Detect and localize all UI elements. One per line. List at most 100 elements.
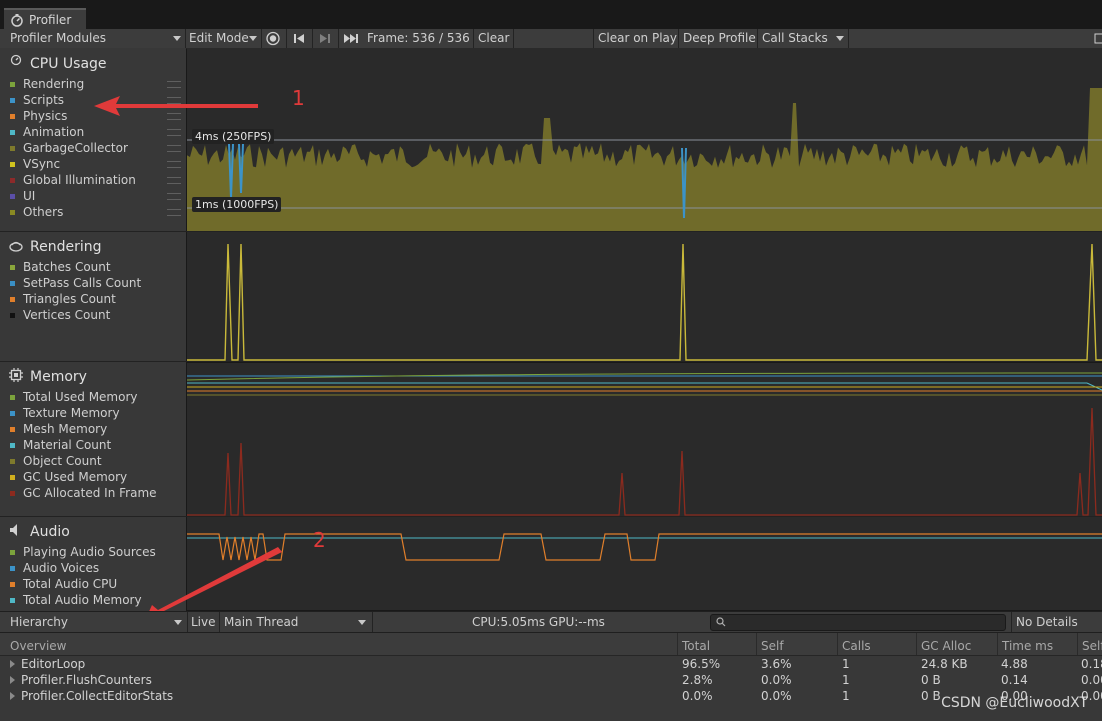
legend-label: Total Audio CPU (23, 577, 118, 591)
legend-item[interactable]: Batches Count (10, 259, 111, 275)
legend-swatch (10, 566, 15, 571)
step-next-icon (320, 34, 330, 43)
rendering-chart (187, 243, 1102, 361)
legend-item[interactable]: SetPass Calls Count (10, 275, 141, 291)
legend-item[interactable]: Total Audio Memory (10, 592, 142, 608)
cpu-module-header[interactable]: CPU Usage (8, 54, 107, 74)
row-name: Profiler.FlushCounters (10, 672, 152, 688)
call-stacks-label: Call Stacks (762, 31, 828, 45)
table-row[interactable]: Profiler.CollectEditorStats 0.0% 0.0% 1 0 B0… (0, 688, 1102, 704)
legend-swatch (10, 162, 15, 167)
legend-item[interactable]: Triangles Count (10, 291, 116, 307)
clear-button[interactable]: Clear (478, 29, 509, 48)
cpu-usage-graph[interactable]: 4ms (250FPS) 1ms (1000FPS) (187, 48, 1102, 231)
legend-swatch (10, 427, 15, 432)
legend-item[interactable]: Scripts (10, 92, 64, 108)
legend-item[interactable]: Mesh Memory (10, 421, 107, 437)
row-value: 4.88 (1001, 657, 1028, 671)
legend-item[interactable]: Texture Memory (10, 405, 120, 421)
legend-item[interactable]: VSync (10, 156, 60, 172)
audio-module-header[interactable]: Audio (8, 522, 70, 542)
legend-swatch (10, 146, 15, 151)
view-type-dropdown[interactable]: Hierarchy (0, 612, 186, 632)
drag-handle-icon[interactable] (167, 129, 181, 136)
chip-icon (9, 368, 23, 382)
drag-handle-icon[interactable] (167, 161, 181, 168)
legend-item[interactable]: Total Audio CPU (10, 576, 117, 592)
tab-profiler[interactable]: Profiler (4, 8, 86, 29)
drag-handle-icon[interactable] (167, 81, 181, 88)
rendering-graph[interactable] (187, 232, 1102, 362)
table-row[interactable]: Profiler.FlushCounters 2.8% 0.0% 1 0 B 0.14 0.… (0, 672, 1102, 688)
column-header[interactable]: Time ms (997, 633, 1077, 655)
chevron-down-icon (174, 620, 182, 625)
drag-handle-icon[interactable] (167, 193, 181, 200)
drag-handle-icon[interactable] (167, 177, 181, 184)
column-header[interactable]: Calls (837, 633, 916, 655)
details-dropdown[interactable]: No Details (1016, 612, 1078, 632)
profiler-modules-dropdown[interactable]: Profiler Modules (0, 29, 185, 48)
drag-handle-icon[interactable] (167, 209, 181, 216)
last-frame-button[interactable] (340, 29, 362, 48)
legend-label: Total Audio Memory (23, 593, 142, 607)
rendering-module-title: Rendering (30, 239, 102, 255)
legend-item[interactable]: UI (10, 188, 35, 204)
expand-arrow-icon[interactable] (10, 660, 15, 668)
legend-item[interactable]: Material Count (10, 437, 111, 453)
legend-item[interactable]: Physics (10, 108, 67, 124)
legend-item[interactable]: Rendering (10, 76, 84, 92)
rendering-module-header[interactable]: Rendering (8, 237, 102, 257)
legend-item[interactable]: GC Used Memory (10, 469, 127, 485)
memory-graph[interactable] (187, 363, 1102, 516)
call-stacks-dropdown[interactable]: Call Stacks (762, 29, 848, 48)
first-frame-button[interactable] (288, 29, 310, 48)
search-input[interactable] (710, 614, 1006, 631)
legend-item[interactable]: Total Used Memory (10, 389, 138, 405)
live-toggle[interactable]: Live (191, 612, 216, 632)
legend-item[interactable]: GarbageCollector (10, 140, 128, 156)
legend-item[interactable]: Playing Audio Sources (10, 544, 156, 560)
edit-mode-dropdown[interactable]: Edit Mode (187, 29, 260, 48)
legend-label: Vertices Count (23, 308, 111, 322)
view-type-label: Hierarchy (10, 615, 69, 629)
legend-swatch (10, 491, 15, 496)
memory-module-header[interactable]: Memory (8, 367, 87, 387)
legend-label: Total Used Memory (23, 390, 138, 404)
column-header[interactable]: GC Alloc (916, 633, 997, 655)
clear-on-play-button[interactable]: Clear on Play (598, 29, 677, 48)
record-button[interactable] (262, 29, 284, 48)
legend-swatch (10, 598, 15, 603)
row-value: 0.0% (761, 673, 792, 687)
legend-item[interactable]: Global Illumination (10, 172, 136, 188)
options-menu-button[interactable] (1094, 29, 1102, 48)
legend-swatch (10, 194, 15, 199)
row-value: 0 B (921, 673, 941, 687)
deep-profile-button[interactable]: Deep Profile (683, 29, 756, 48)
legend-swatch (10, 210, 15, 215)
legend-label: Rendering (23, 77, 85, 91)
expand-arrow-icon[interactable] (10, 676, 15, 684)
table-row[interactable]: EditorLoop 96.5% 3.6% 1 24.8 KB 4.88 0.18 (0, 656, 1102, 672)
column-header[interactable]: Total (677, 633, 756, 655)
expand-arrow-icon[interactable] (10, 692, 15, 700)
cpu-usage-chart (187, 88, 1102, 231)
column-header[interactable]: Self (756, 633, 837, 655)
column-header[interactable]: Overview (0, 633, 677, 655)
memory-chart (187, 372, 1102, 516)
legend-swatch (10, 475, 15, 480)
legend-item[interactable]: Vertices Count (10, 307, 110, 323)
thread-dropdown[interactable]: Main Thread (220, 612, 372, 632)
next-frame-button[interactable] (314, 29, 336, 48)
legend-item[interactable]: Object Count (10, 453, 102, 469)
legend-item[interactable]: Animation (10, 124, 84, 140)
legend-item[interactable]: Audio Voices (10, 560, 99, 576)
legend-label: VSync (23, 157, 61, 171)
legend-item[interactable]: Others (10, 204, 63, 220)
search-icon (716, 617, 726, 627)
legend-item[interactable]: GC Allocated In Frame (10, 485, 157, 501)
column-header[interactable]: Self (1077, 633, 1102, 655)
drag-handle-icon[interactable] (167, 145, 181, 152)
step-first-icon (294, 34, 304, 43)
hierarchy-table: EditorLoop96.5%3.6%124.8 KB4.880.18Profi… (0, 656, 1102, 721)
row-name: Profiler.CollectEditorStats (10, 688, 173, 704)
